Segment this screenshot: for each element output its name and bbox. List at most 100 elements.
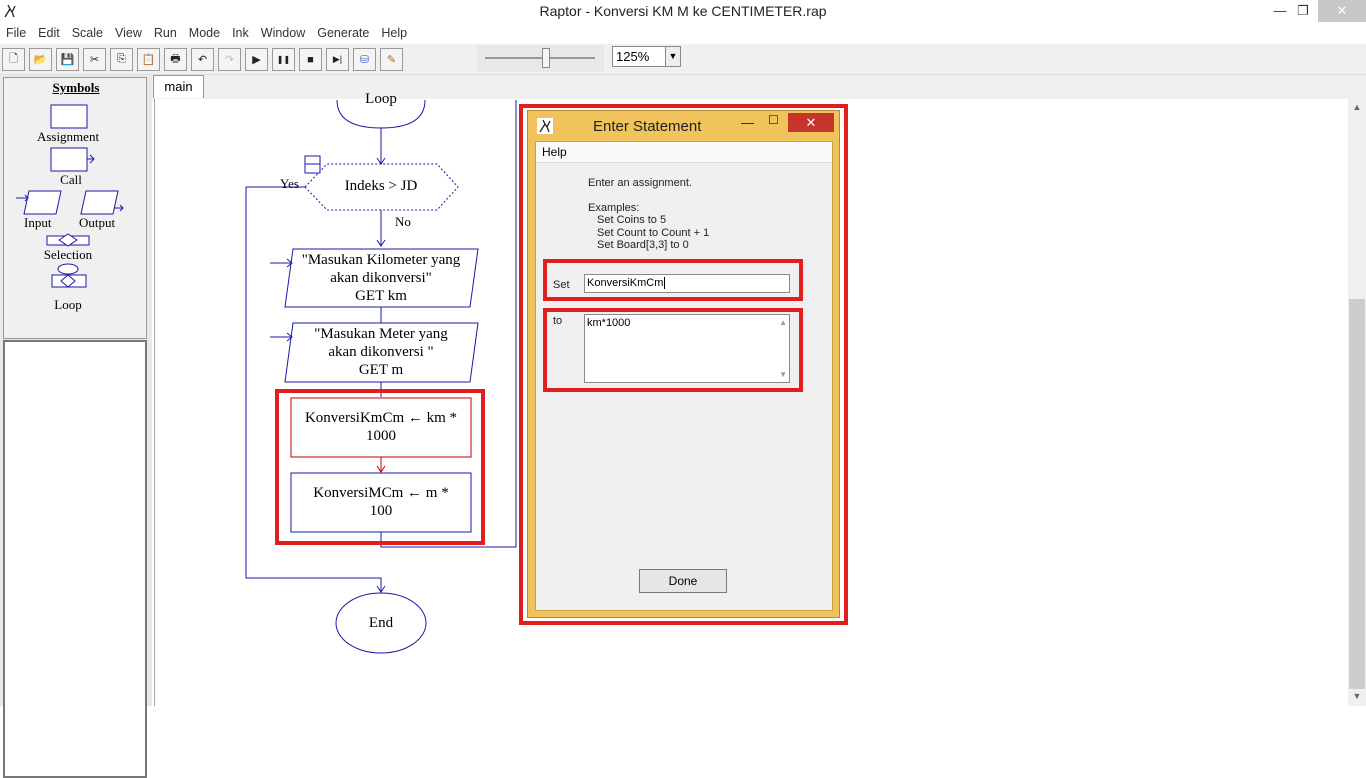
symbols-title: Symbols — [52, 80, 100, 95]
stop-button[interactable]: ■ — [299, 48, 322, 71]
copy-icon: ⎘ — [117, 53, 126, 65]
toolbar: 🗋 📂 💾 ✂ ⎘ 📋 🖶 ↶ ↷ ▶ ❚❚ ■ ▶| ⛁ ✎ — [0, 44, 1366, 75]
step-button[interactable]: ▶| — [326, 48, 349, 71]
close-button[interactable]: ✕ — [1318, 0, 1366, 22]
print-button[interactable]: 🖶 — [164, 48, 187, 71]
dialog-maximize-button[interactable]: ☐ — [768, 113, 779, 127]
paste-button[interactable]: 📋 — [137, 48, 160, 71]
pause-button[interactable]: ❚❚ — [272, 48, 295, 71]
input1-text[interactable]: "Masukan Kilometer yang akan dikonversi"… — [285, 251, 477, 305]
menu-help[interactable]: Help — [375, 24, 413, 42]
condition-label[interactable]: Indeks > JD — [320, 178, 442, 195]
textarea-scroll-up-icon[interactable]: ▲ — [779, 318, 787, 327]
window-title: Raptor - Konversi KM M ke CENTIMETER.rap — [539, 3, 827, 19]
slider-thumb[interactable] — [541, 48, 550, 68]
menu-mode[interactable]: Mode — [183, 24, 226, 42]
raptor-dialog-icon — [537, 118, 553, 134]
input2-prompt-line1: "Masukan Meter yang — [314, 326, 448, 342]
input2-text[interactable]: "Masukan Meter yang akan dikonversi " GE… — [285, 325, 477, 379]
set-input-value: KonversiKmCm — [587, 277, 664, 289]
slider-track — [485, 57, 595, 59]
menu-generate[interactable]: Generate — [311, 24, 375, 42]
minimize-button[interactable]: — — [1268, 0, 1292, 22]
symbol-output[interactable]: Output — [79, 215, 115, 231]
symbol-call[interactable]: Call — [4, 172, 138, 188]
dialog-title: Enter Statement — [593, 118, 702, 135]
redo-icon: ↷ — [224, 54, 235, 66]
loop-label: Loop — [365, 91, 397, 106]
menu-window[interactable]: Window — [255, 24, 311, 42]
cut-icon: ✂ — [89, 54, 100, 66]
save-button[interactable]: 💾 — [56, 48, 79, 71]
zoom-value: 125% — [616, 49, 650, 64]
example-2: Set Count to Count + 1 — [597, 227, 710, 239]
call-symbol-icon — [50, 147, 88, 172]
menu-file[interactable]: File — [0, 24, 32, 42]
example-3: Set Board[3,3] to 0 — [597, 239, 689, 251]
save-icon: 💾 — [60, 54, 75, 66]
new-file-button[interactable]: 🗋 — [2, 48, 25, 71]
zoom-select[interactable]: 125% ▼ — [612, 46, 681, 67]
maximize-button[interactable]: ❐ — [1291, 0, 1315, 22]
left-panel: Symbols Assignment Call Input Output Sel… — [0, 75, 152, 778]
scroll-thumb[interactable] — [1349, 299, 1365, 689]
menu-run[interactable]: Run — [148, 24, 183, 42]
undo-icon: ↶ — [197, 54, 208, 66]
symbol-assignment[interactable]: Assignment — [4, 129, 132, 145]
to-label: to — [553, 315, 563, 327]
loop-symbol-icon — [57, 263, 79, 275]
assign2-text[interactable]: KonversiMCm ← m * 100 — [291, 484, 471, 520]
tab-strip — [152, 75, 1366, 99]
input-symbol-icon — [23, 190, 62, 215]
input1-prompt-line1: "Masukan Kilometer yang — [301, 252, 461, 268]
play-icon: ▶ — [252, 54, 261, 66]
vertical-scrollbar[interactable]: ▲ ▼ — [1348, 99, 1366, 706]
set-label: Set — [553, 279, 570, 291]
menu-edit[interactable]: Edit — [32, 24, 66, 42]
input2-get: GET m — [358, 362, 404, 378]
output-symbol-icon — [80, 190, 119, 215]
input1-get: GET km — [355, 288, 407, 304]
dialog-minimize-button[interactable]: — — [741, 115, 754, 130]
pause-icon: ❚❚ — [276, 55, 291, 64]
open-button[interactable]: 📂 — [29, 48, 52, 71]
dialog-menu-bar — [536, 142, 832, 163]
variables-panel — [3, 340, 147, 778]
set-input[interactable]: KonversiKmCm — [584, 274, 790, 293]
undo-button[interactable]: ↶ — [191, 48, 214, 71]
cut-button[interactable]: ✂ — [83, 48, 106, 71]
symbol-selection[interactable]: Selection — [4, 247, 132, 263]
scroll-down-icon[interactable]: ▼ — [1348, 691, 1366, 701]
scroll-up-icon[interactable]: ▲ — [1348, 102, 1366, 112]
dialog-menu-help[interactable]: Help — [542, 145, 567, 159]
menu-scale[interactable]: Scale — [66, 24, 109, 42]
textarea-scroll-down-icon[interactable]: ▼ — [779, 370, 787, 379]
title-bar: Raptor - Konversi KM M ke CENTIMETER.rap… — [0, 0, 1366, 24]
assign2-line1: KonversiMCm ← m * — [313, 485, 449, 501]
chevron-down-icon[interactable]: ▼ — [665, 47, 680, 66]
tab-main[interactable]: main — [153, 75, 204, 98]
text-cursor — [664, 277, 666, 289]
dialog-close-button[interactable]: ✕ — [788, 113, 834, 132]
menu-ink[interactable]: Ink — [226, 24, 255, 42]
assignment-symbol-icon — [50, 104, 88, 129]
pen-button[interactable]: ✎ — [380, 48, 403, 71]
assign1-line2: 1000 — [366, 428, 396, 444]
redo-button[interactable]: ↷ — [218, 48, 241, 71]
assign1-text[interactable]: KonversiKmCm ← km * 1000 — [291, 409, 471, 445]
input2-prompt-line2: akan dikonversi " — [328, 344, 434, 360]
end-label[interactable]: End — [336, 615, 426, 632]
run-button[interactable]: ▶ — [245, 48, 268, 71]
step-icon: ▶| — [332, 54, 343, 64]
to-textarea[interactable]: km*1000 ▲ ▼ — [584, 314, 790, 383]
stop-icon: ■ — [307, 53, 314, 66]
menu-view[interactable]: View — [109, 24, 148, 42]
copy-button[interactable]: ⎘ — [110, 48, 133, 71]
input1-prompt-line2: akan dikonversi" — [330, 270, 432, 286]
speed-slider[interactable] — [477, 45, 604, 72]
symbol-input[interactable]: Input — [24, 215, 51, 231]
new-file-icon: 🗋 — [9, 53, 18, 65]
test-server-button[interactable]: ⛁ — [353, 48, 376, 71]
done-button[interactable]: Done — [639, 569, 727, 593]
symbol-loop[interactable]: Loop — [4, 297, 132, 313]
